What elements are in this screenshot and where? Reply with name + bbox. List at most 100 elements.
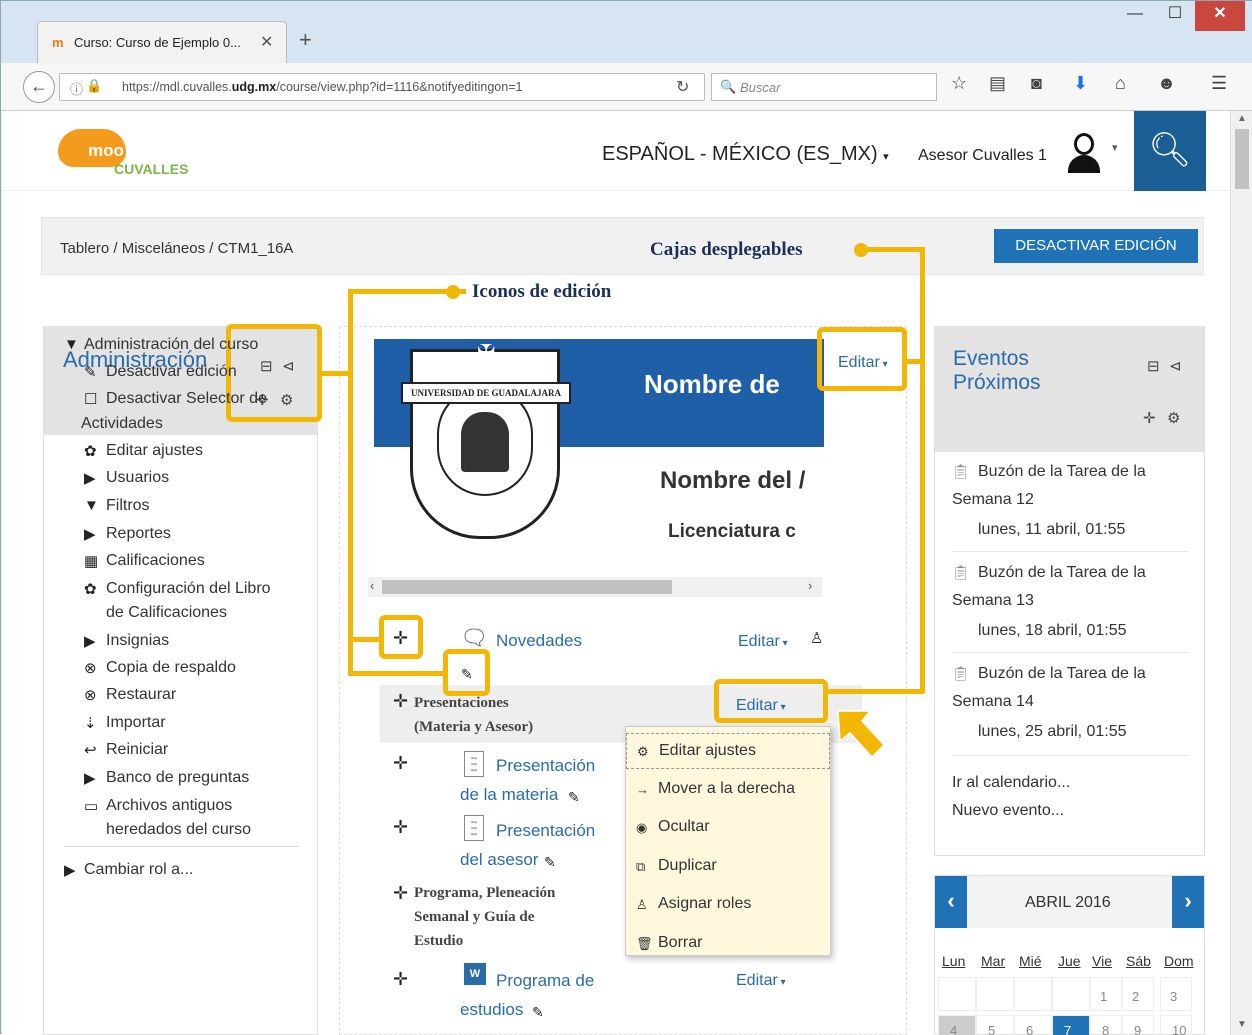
scroll-right-icon[interactable]: ›: [808, 578, 812, 593]
dock-icon[interactable]: ⊲: [1169, 357, 1182, 375]
presentacion-asesor-link-2[interactable]: del asesor: [460, 850, 538, 870]
admin-item-12[interactable]: Copia de respaldo: [106, 659, 236, 677]
pocket-icon[interactable]: ◙: [1031, 73, 1042, 94]
move-icon[interactable]: ✛: [393, 691, 408, 712]
menu-item-duplicar[interactable]: ⧉ Duplicar: [626, 849, 830, 885]
breadcrumb[interactable]: Tablero / Misceláneos / CTM1_16A: [60, 240, 293, 257]
calendar-day[interactable]: 6: [1026, 1023, 1033, 1035]
home-icon[interactable]: ⌂: [1115, 73, 1126, 94]
move-icon[interactable]: ✛: [393, 969, 408, 990]
user-name[interactable]: Asesor Cuvalles 1: [918, 147, 1047, 165]
admin-item-1[interactable]: Desactivar edición: [106, 363, 237, 381]
novedades-link[interactable]: Novedades: [496, 631, 582, 651]
presentacion-materia-link-2[interactable]: de la materia: [460, 785, 558, 805]
calendar-day[interactable]: 3: [1170, 989, 1177, 1004]
move-icon[interactable]: ✛: [1143, 409, 1156, 427]
menu-item-ocultar[interactable]: ◉ Ocultar: [626, 810, 830, 846]
admin-item-2[interactable]: Desactivar Selector de: [106, 390, 267, 408]
calendar-day[interactable]: 7: [1064, 1023, 1071, 1035]
scroll-down-icon[interactable]: ▼: [1237, 1019, 1247, 1030]
event-link[interactable]: Buzón de la Tarea de la: [978, 564, 1146, 582]
pencil-icon[interactable]: ✎: [532, 1004, 544, 1021]
event-link[interactable]: Buzón de la Tarea de la: [978, 463, 1146, 481]
event-link[interactable]: Semana 12: [952, 491, 1034, 509]
browser-search-field[interactable]: 🔍 Buscar: [711, 73, 937, 101]
close-window-button[interactable]: ✕: [1195, 1, 1245, 31]
move-icon[interactable]: ✛: [393, 883, 408, 904]
calendar-day[interactable]: 10: [1172, 1023, 1186, 1035]
presentacion-materia-link[interactable]: Presentación: [496, 756, 595, 776]
admin-item-11[interactable]: Insignias: [106, 632, 169, 650]
search-button[interactable]: 🔍︎: [1134, 111, 1206, 191]
novedades-editar-menu[interactable]: Editar ▾: [738, 633, 788, 651]
url-bar[interactable]: ⓘ 🔒 https://mdl.cuvalles.udg.mx/course/v…: [59, 73, 705, 101]
chat-icon[interactable]: ☻: [1157, 73, 1176, 94]
page-scrollbar[interactable]: ▲ ▼: [1230, 111, 1252, 1035]
admin-item-18[interactable]: heredados del curso: [106, 821, 251, 839]
assign-roles-icon[interactable]: ♙: [810, 629, 823, 647]
calendar-day[interactable]: 5: [988, 1023, 995, 1035]
presentacion-asesor-link[interactable]: Presentación: [496, 821, 595, 841]
admin-item-9[interactable]: Configuración del Libro: [106, 580, 271, 598]
menu-item-asignar-roles[interactable]: ♙ Asignar roles: [626, 887, 830, 923]
new-tab-button[interactable]: +: [299, 27, 312, 53]
avatar[interactable]: [1066, 131, 1102, 175]
calendar-day[interactable]: 9: [1134, 1023, 1141, 1035]
admin-item-10[interactable]: de Calificaciones: [106, 604, 227, 622]
language-selector[interactable]: ESPAÑOL - MÉXICO (ES_MX) ▾: [602, 143, 889, 166]
configure-icon[interactable]: ⚙: [1167, 409, 1180, 427]
menu-item-borrar[interactable]: 🗑 Borrar: [626, 926, 830, 962]
admin-item-15[interactable]: Reiniciar: [106, 741, 168, 759]
reading-list-icon[interactable]: ▤: [989, 73, 1006, 94]
scroll-left-icon[interactable]: ‹: [370, 578, 374, 593]
menu-item-editar-ajustes[interactable]: ⚙ Editar ajustes: [626, 733, 830, 769]
admin-item-0[interactable]: Administración del curso: [84, 336, 258, 354]
pencil-icon[interactable]: ✎: [544, 854, 556, 871]
programa-link[interactable]: Programa de: [496, 971, 594, 991]
download-icon[interactable]: ⬇: [1073, 73, 1088, 94]
scrollbar-thumb[interactable]: [1235, 129, 1249, 189]
banner-scrollbar[interactable]: ‹ ›: [368, 577, 822, 597]
admin-item-19[interactable]: Cambiar rol a...: [84, 861, 193, 879]
info-icon[interactable]: ⓘ: [70, 79, 83, 98]
event-link[interactable]: Semana 14: [952, 693, 1034, 711]
programa-link-2[interactable]: estudios: [460, 1000, 523, 1020]
ir-calendario-link[interactable]: Ir al calendario...: [952, 774, 1070, 792]
programa-editar-menu[interactable]: Editar ▾: [736, 972, 786, 990]
calendar-day[interactable]: 2: [1132, 989, 1139, 1004]
scroll-up-icon[interactable]: ▲: [1237, 113, 1247, 124]
calendar-day[interactable]: 8: [1102, 1023, 1109, 1035]
admin-item-17[interactable]: Archivos antiguos: [106, 797, 232, 815]
next-month-button[interactable]: ›: [1172, 876, 1204, 928]
reload-icon[interactable]: ↻: [676, 77, 689, 97]
desactivar-edicion-button[interactable]: DESACTIVAR EDICIÓN: [994, 229, 1198, 263]
prev-month-button[interactable]: ‹: [935, 876, 967, 928]
admin-item-4[interactable]: Editar ajustes: [106, 442, 203, 460]
admin-item-7[interactable]: Reportes: [106, 525, 171, 543]
admin-item-14[interactable]: Importar: [106, 714, 166, 732]
cuvalles-logo[interactable]: moo CUVALLES: [58, 125, 208, 180]
admin-item-16[interactable]: Banco de preguntas: [106, 769, 249, 787]
menu-item-mover-a-la-derecha[interactable]: → Mover a la derecha: [626, 772, 830, 808]
tab-close-icon[interactable]: ✕: [260, 32, 273, 52]
scrollbar-thumb[interactable]: [382, 580, 672, 594]
admin-item-3[interactable]: Actividades: [81, 415, 163, 433]
nuevo-evento-link[interactable]: Nuevo evento...: [952, 802, 1064, 820]
collapse-icon[interactable]: ⊟: [1147, 357, 1160, 375]
move-icon[interactable]: ✛: [393, 753, 408, 774]
event-link[interactable]: Semana 13: [952, 592, 1034, 610]
calendar-day[interactable]: 1: [1100, 989, 1107, 1004]
pencil-icon[interactable]: ✎: [568, 789, 580, 806]
browser-tab[interactable]: m Curso: Curso de Ejemplo 0... ✕: [37, 21, 287, 63]
back-button[interactable]: ←: [23, 71, 55, 103]
user-caret-icon[interactable]: ▾: [1112, 141, 1118, 154]
event-link[interactable]: Buzón de la Tarea de la: [978, 665, 1146, 683]
bookmark-star-icon[interactable]: ☆: [951, 73, 967, 94]
admin-item-8[interactable]: Calificaciones: [106, 552, 205, 570]
admin-item-6[interactable]: Filtros: [106, 497, 150, 515]
menu-icon[interactable]: ☰: [1211, 73, 1227, 94]
calendar-day[interactable]: 4: [950, 1023, 957, 1035]
minimize-button[interactable]: —: [1117, 1, 1153, 31]
admin-item-5[interactable]: Usuarios: [106, 469, 169, 487]
admin-item-13[interactable]: Restaurar: [106, 686, 176, 704]
